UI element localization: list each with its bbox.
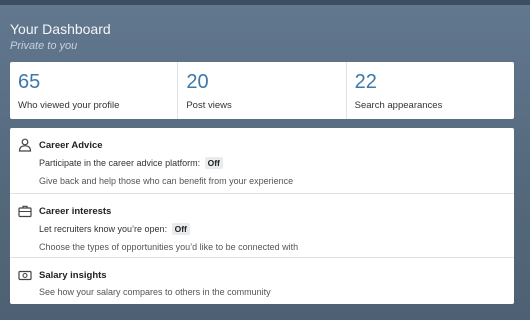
salary-icon — [18, 268, 32, 282]
career-advice-toggle-badge[interactable]: Off — [204, 157, 223, 169]
top-strip — [0, 0, 530, 5]
briefcase-icon — [18, 204, 32, 218]
stat-search-appearances[interactable]: 22 Search appearances — [347, 62, 514, 119]
stat-post-views[interactable]: 20 Post views — [178, 62, 347, 119]
section-title: Career Advice — [39, 140, 103, 151]
stats-card: 65 Who viewed your profile 20 Post views… — [10, 62, 514, 119]
section-title: Salary insights — [39, 270, 107, 281]
section-status-line: Participate in the career advice platfor… — [39, 157, 223, 169]
dashboard-subtitle: Private to you — [10, 40, 78, 52]
stat-value: 22 — [354, 71, 377, 93]
section-title: Career interests — [39, 206, 112, 217]
stat-profile-views[interactable]: 65 Who viewed your profile — [10, 62, 179, 119]
dashboard-title: Your Dashboard — [10, 21, 111, 37]
section-career-interests[interactable]: Career interests Let recruiters know you… — [10, 194, 514, 258]
dashboard-sections: Career Advice Participate in the career … — [10, 128, 514, 304]
section-description: Choose the types of opportunities you’d … — [39, 242, 299, 252]
stat-label: Who viewed your profile — [18, 100, 120, 111]
section-salary-insights[interactable]: Salary insights See how your salary comp… — [10, 258, 514, 304]
stat-value: 20 — [186, 71, 209, 93]
stat-value: 65 — [18, 71, 41, 93]
section-description: See how your salary compares to others i… — [39, 287, 271, 297]
status-label: Participate in the career advice platfor… — [39, 158, 201, 168]
section-description: Give back and help those who can benefit… — [39, 176, 294, 186]
stat-label: Search appearances — [354, 100, 443, 111]
status-label: Let recruiters know you’re open: — [39, 224, 168, 234]
person-icon — [18, 138, 32, 152]
stat-label: Post views — [186, 100, 232, 111]
section-status-line: Let recruiters know you’re open: Off — [39, 223, 190, 235]
section-career-advice[interactable]: Career Advice Participate in the career … — [10, 128, 514, 194]
career-interests-toggle-badge[interactable]: Off — [171, 223, 190, 235]
